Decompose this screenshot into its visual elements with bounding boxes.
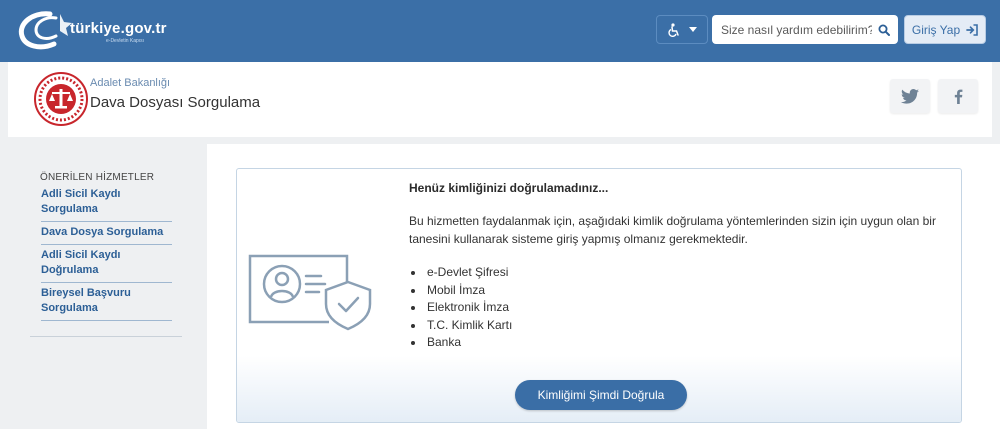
- institution-name[interactable]: Adalet Bakanlığı: [90, 77, 170, 89]
- facebook-share-button[interactable]: [938, 79, 978, 113]
- caret-down-icon: [689, 26, 697, 32]
- adalet-bakanligi-seal-icon: [34, 72, 88, 126]
- method-elektronik-imza: Elektronik İmza: [409, 299, 512, 317]
- logo-swoosh-icon: [18, 11, 72, 50]
- method-edevlet-sifresi: e-Devlet Şifresi: [409, 264, 512, 282]
- facebook-icon: [954, 89, 962, 104]
- logo-tagline: e-Devletin Kapısı: [106, 38, 145, 44]
- search-box: [712, 15, 898, 44]
- sidebar-item-dava-dosya-sorgulama[interactable]: Dava Dosya Sorgulama: [41, 222, 172, 245]
- search-input[interactable]: [712, 16, 872, 43]
- method-mobil-imza: Mobil İmza: [409, 282, 512, 300]
- accessibility-menu-button[interactable]: [656, 15, 708, 44]
- verification-methods-list: e-Devlet Şifresi Mobil İmza Elektronik İ…: [409, 264, 512, 352]
- sidebar-item-bireysel-basvuru-sorgulama[interactable]: Bireysel Başvuru Sorgulama: [41, 283, 172, 321]
- verify-identity-button[interactable]: Kimliğimi Şimdi Doğrula: [515, 380, 687, 410]
- method-kimlik-karti: T.C. Kimlik Kartı: [409, 317, 512, 335]
- sidebar-item-adli-sicil-dogrulama[interactable]: Adli Sicil Kaydı Doğrulama: [41, 245, 172, 283]
- turkiye-gov-logo[interactable]: türkiye.gov.tr e-Devletin Kapısı: [16, 10, 196, 50]
- logo-text: türkiye.gov.tr: [70, 20, 167, 37]
- id-card-shield-icon: [248, 254, 372, 331]
- method-banka: Banka: [409, 334, 512, 352]
- top-navigation-bar: türkiye.gov.tr e-Devletin Kapısı Giriş Y…: [0, 0, 1000, 62]
- suggested-services-list: Adli Sicil Kaydı Sorgulama Dava Dosya So…: [41, 186, 172, 321]
- twitter-icon: [901, 88, 919, 104]
- verification-notice-text: Bu hizmetten faydalanmak için, aşağıdaki…: [409, 214, 936, 246]
- twitter-share-button[interactable]: [890, 79, 930, 113]
- suggested-services-sidebar: ÖNERİLEN HİZMETLER Adli Sicil Kaydı Sorg…: [30, 160, 182, 337]
- page-title: Dava Dosyası Sorgulama: [90, 94, 261, 111]
- sidebar-heading: ÖNERİLEN HİZMETLER: [40, 172, 155, 183]
- identity-verification-card: Henüz kimliğinizi doğrulamadınız... Bu h…: [236, 168, 962, 423]
- service-header: Adalet Bakanlığı Dava Dosyası Sorgulama: [8, 62, 992, 137]
- wheelchair-icon: [668, 22, 679, 37]
- sign-in-icon: [966, 23, 978, 36]
- search-icon[interactable]: [872, 24, 896, 36]
- sidebar-item-adli-sicil-sorgulama[interactable]: Adli Sicil Kaydı Sorgulama: [41, 186, 172, 222]
- verification-notice-title: Henüz kimliğinizi doğrulamadınız...: [409, 181, 609, 195]
- login-button[interactable]: Giriş Yap: [904, 15, 986, 44]
- login-label: Giriş Yap: [911, 22, 961, 37]
- sidebar-divider: [30, 336, 182, 337]
